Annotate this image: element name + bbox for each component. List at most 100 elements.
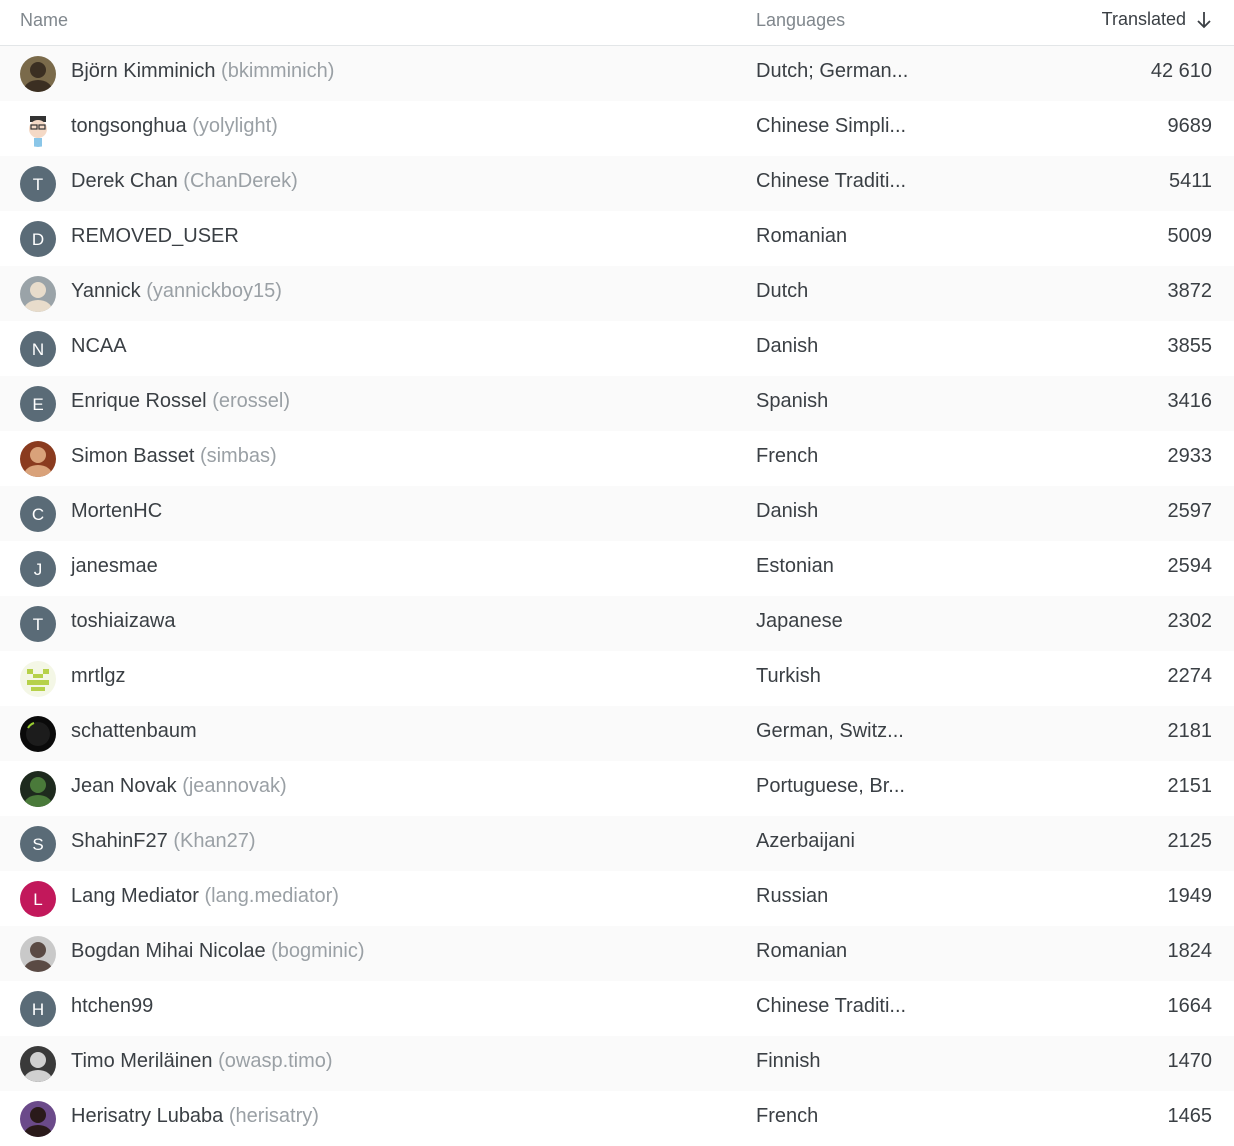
avatar (20, 276, 56, 312)
translator-name[interactable]: Lang Mediator (lang.mediator) (71, 885, 339, 908)
avatar-letter: C (31, 504, 45, 524)
languages-cell: Chinese Traditi... (756, 170, 907, 192)
table-row[interactable]: mrtlgz Turkish 2274 (0, 651, 1234, 706)
translated-count: 1949 (1167, 885, 1213, 907)
languages-cell: Portuguese, Br... (756, 775, 905, 797)
avatar: S (20, 826, 56, 862)
table-row[interactable]: Bogdan Mihai Nicolae (bogminic) Romanian 1… (0, 926, 1234, 981)
display-name: mrtlgz (71, 665, 126, 687)
display-name: Enrique Rossel (71, 390, 207, 412)
display-name: MortenHC (71, 500, 163, 522)
translator-name[interactable]: tongsonghua (yolylight) (71, 115, 278, 138)
display-name: Bogdan Mihai Nicolae (71, 940, 266, 962)
table-row[interactable]: tongsonghua (yolylight) Chinese Simpli...… (0, 101, 1234, 156)
table-row[interactable]: S ShahinF27 (Khan27) Azerbaijani 2125 (0, 816, 1234, 871)
avatar-letter: D (31, 229, 45, 249)
languages-cell: Russian (756, 885, 829, 907)
table-row[interactable]: Timo Meriläinen (owasp.timo) Finnish 1470 (0, 1036, 1234, 1091)
column-header-translated-label: Translated (1101, 9, 1186, 29)
translator-name[interactable]: Enrique Rossel (erossel) (71, 390, 290, 413)
languages-cell: Japanese (756, 610, 843, 632)
languages-cell: Danish (756, 335, 819, 357)
display-name: htchen99 (71, 995, 154, 1017)
table-row[interactable]: Jean Novak (jeannovak) Portuguese, Br... 2… (0, 761, 1234, 816)
username: (herisatry) (228, 1105, 319, 1127)
column-header-translated[interactable]: Translated (1102, 9, 1212, 30)
table-row[interactable]: Yannick (yannickboy15) Dutch 3872 (0, 266, 1234, 321)
translator-name[interactable]: Herisatry Lubaba (herisatry) (71, 1105, 319, 1128)
translated-count: 2594 (1167, 555, 1213, 577)
display-name: tongsonghua (71, 115, 187, 137)
username: (simbas) (199, 445, 277, 467)
table-row[interactable]: schattenbaum German, Switz... 2181 (0, 706, 1234, 761)
translated-count: 2597 (1167, 500, 1213, 522)
display-name: Lang Mediator (71, 885, 199, 907)
table-row[interactable]: Ttoshiaizawa Japanese 2302 (0, 596, 1234, 651)
avatar (20, 56, 56, 92)
avatar (20, 936, 56, 972)
username: (bogminic) (271, 940, 365, 962)
avatar: C (20, 496, 56, 532)
languages-cell: Danish (756, 500, 819, 522)
display-name: REMOVED_USER (71, 225, 239, 247)
avatar (20, 716, 56, 752)
table-row[interactable]: T Derek Chan (ChanDerek) Chinese Traditi..… (0, 156, 1234, 211)
translated-count: 2151 (1167, 775, 1213, 797)
translator-name[interactable]: Simon Basset (simbas) (71, 445, 277, 468)
column-header-languages[interactable]: Languages (756, 10, 845, 31)
translated-count: 3855 (1167, 335, 1213, 357)
table-row[interactable]: L Lang Mediator (lang.mediator) Russian 194… (0, 871, 1234, 926)
table-row[interactable]: Simon Basset (simbas) French 2933 (0, 431, 1234, 486)
translated-count: 1824 (1167, 940, 1213, 962)
translator-name[interactable]: NCAA (71, 335, 127, 358)
avatar (20, 661, 56, 697)
languages-cell: French (756, 1105, 819, 1127)
translator-name[interactable]: toshiaizawa (71, 610, 176, 633)
arrow-down-icon (1197, 11, 1211, 28)
languages-cell: Spanish (756, 390, 829, 412)
display-name: schattenbaum (71, 720, 197, 742)
display-name: Björn Kimminich (71, 60, 216, 82)
avatar-letter: T (32, 614, 44, 634)
table-row[interactable]: E Enrique Rossel (erossel) Spanish 3416 (0, 376, 1234, 431)
translator-name[interactable]: Yannick (yannickboy15) (71, 280, 282, 303)
translated-count: 5009 (1167, 225, 1213, 247)
translated-count: 1465 (1167, 1105, 1213, 1127)
avatar: J (20, 551, 56, 587)
display-name: Simon Basset (71, 445, 195, 467)
username: (ChanDerek) (183, 170, 298, 192)
languages-cell: German, Switz... (756, 720, 904, 742)
table-row[interactable]: Jjanesmae Estonian 2594 (0, 541, 1234, 596)
table-row[interactable]: Björn Kimminich (bkimminich) Dutch; Germa… (0, 46, 1234, 101)
translator-name[interactable]: Jean Novak (jeannovak) (71, 775, 287, 798)
column-header-name[interactable]: Name (20, 10, 68, 31)
translator-name[interactable]: REMOVED_USER (71, 225, 239, 248)
avatar: T (20, 606, 56, 642)
translator-name[interactable]: janesmae (71, 555, 158, 578)
translator-name[interactable]: Bogdan Mihai Nicolae (bogminic) (71, 940, 364, 963)
table-row[interactable]: D REMOVED_USER Romanian 5009 (0, 211, 1234, 266)
translator-name[interactable]: Timo Meriläinen (owasp.timo) (71, 1050, 333, 1073)
translator-name[interactable]: htchen99 (71, 995, 153, 1018)
translator-name[interactable]: ShahinF27 (Khan27) (71, 830, 256, 853)
translator-name[interactable]: Björn Kimminich (bkimminich) (71, 60, 334, 83)
avatar-letter: L (33, 889, 43, 909)
translated-count: 2125 (1167, 830, 1213, 852)
table-row[interactable]: N NCAA Danish 3855 (0, 321, 1234, 376)
display-name: Derek Chan (71, 170, 178, 192)
languages-cell: Turkish (756, 665, 821, 687)
table-row[interactable]: C MortenHC Danish 2597 (0, 486, 1234, 541)
translator-name[interactable]: MortenHC (71, 500, 162, 523)
translator-name[interactable]: mrtlgz (71, 665, 125, 688)
table-row[interactable]: Hhtchen99 Chinese Traditi... 1664 (0, 981, 1234, 1036)
username: (yolylight) (192, 115, 278, 137)
languages-cell: Estonian (756, 555, 834, 577)
table-header: Name Languages Translated (0, 0, 1234, 46)
translator-name[interactable]: schattenbaum (71, 720, 197, 743)
avatar (20, 441, 56, 477)
avatar: N (20, 331, 56, 367)
display-name: toshiaizawa (71, 610, 176, 632)
translator-name[interactable]: Derek Chan (ChanDerek) (71, 170, 298, 193)
avatar-letter: T (32, 174, 44, 194)
avatar (20, 771, 56, 807)
